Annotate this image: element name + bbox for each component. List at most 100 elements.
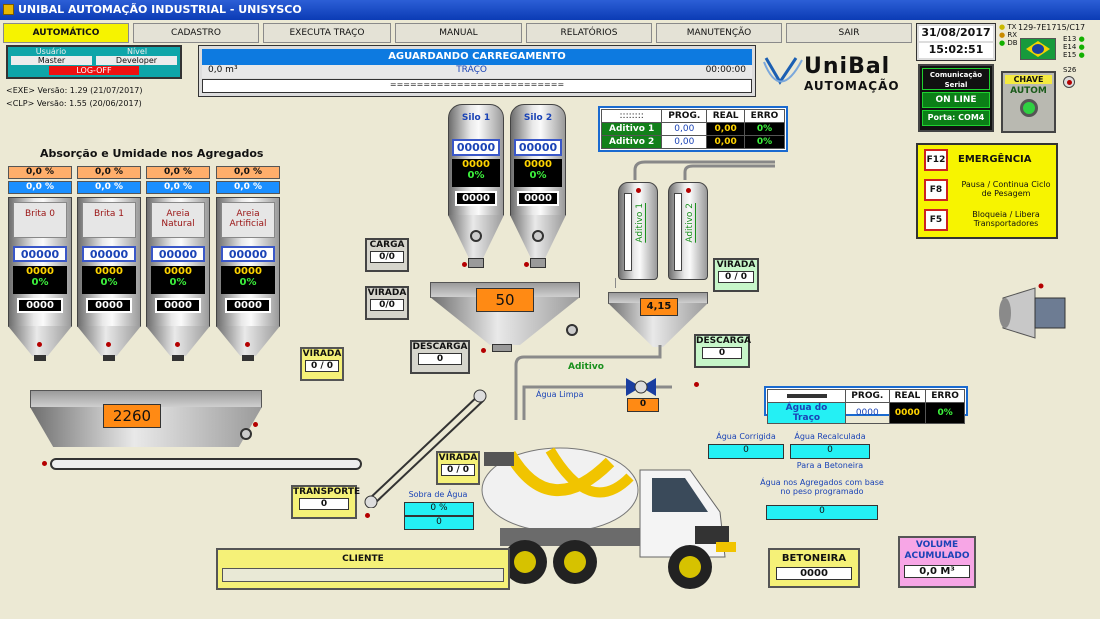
aditivos-table: :::::::: PROG. REAL ERRO Aditivo 1 0,00 … [598, 106, 788, 152]
user-name: Master [11, 56, 92, 65]
agua-header-prog: PROG. [845, 389, 890, 403]
agregado-name: Areia Artificial [221, 202, 275, 238]
agregado-pct: 0% [31, 277, 49, 288]
menu-executa-traco[interactable]: EXECUTA TRAÇO [263, 23, 391, 43]
aditivo-flow-label: Aditivo [568, 362, 604, 372]
siren-icon [999, 283, 1066, 339]
agregado-setpoint: 00000 [82, 246, 136, 262]
agregado-hopper [216, 326, 280, 356]
belt-conveyor [50, 458, 362, 470]
clp-version: <CLP> Versão: 1.55 (20/06/2017) [6, 99, 142, 108]
silo-sensor-dot [462, 262, 467, 267]
comm-state: ON LINE [922, 92, 990, 108]
agregado-outlet [34, 355, 46, 361]
agua-traco-label: Água do Traço [767, 402, 846, 424]
descarga-cimento-label: DESCARGA [412, 342, 468, 352]
virada-aditivo-label: VIRADA [716, 260, 756, 270]
aditivo2-name: Aditivo 2 [600, 135, 663, 149]
menu-automatico[interactable]: AUTOMÁTICO [3, 23, 129, 43]
sobra-agua-label: Sobra de Água [408, 490, 468, 499]
silo-name: Silo 2 [523, 113, 553, 123]
virada-transporte-panel: VIRADA 0 / 0 [436, 451, 480, 485]
virada-cimento-panel: VIRADA 0/0 [365, 286, 409, 320]
key-f8-label: Pausa / Continua Ciclo de Pesagem [961, 180, 1051, 198]
agua-real: 0000 [888, 402, 927, 424]
aditivos-header-erro: ERRO [744, 109, 785, 123]
cimento-valve-icon [566, 324, 578, 336]
agregado-outlet [242, 355, 254, 361]
agregado-weight: 0000 [26, 266, 54, 277]
agregado-umidade: 0,0 % [216, 181, 280, 194]
silo-outlet [468, 258, 484, 268]
aditivo2-real: 0,00 [706, 135, 746, 149]
virada-transporte-label: VIRADA [438, 453, 478, 463]
aditivo2-sensor-dot [686, 188, 691, 193]
cliente-value [222, 568, 504, 582]
descarga-cimento-value: 0 [418, 353, 462, 365]
silo-setpoint: 00000 [452, 139, 500, 156]
agregado-silo: Brita 0 00000 0000 0% 0000 [8, 197, 72, 327]
virada-aditivo-value: 0 / 0 [718, 271, 754, 283]
mixer-truck-image [481, 447, 736, 589]
agregado-hopper [146, 326, 210, 356]
chave-switch-icon[interactable] [1019, 99, 1038, 117]
cimento-outlet [492, 344, 512, 352]
agua-agregados-value: 0 [766, 505, 878, 520]
virada-agregados-value: 0 / 0 [305, 360, 339, 372]
agua-prog: 0000 [845, 402, 890, 424]
aditivo2-prog: 0,00 [661, 135, 708, 149]
aditivo2-tank: Aditivo 2 [668, 182, 708, 280]
aditivo1-level [624, 193, 632, 271]
status-progress: ========================== [202, 79, 752, 93]
agua-table: PROG. REAL ERRO Água do Traço 0000 0000 … [764, 386, 968, 424]
agregado-weight: 0000 [164, 266, 192, 277]
aditivo1-sensor-dot [636, 188, 641, 193]
window-title: UNIBAL AUTOMAÇÃO INDUSTRIAL - UNISYSCO [18, 3, 302, 16]
carga-label: CARGA [369, 240, 405, 250]
agregados-sensor-dot [253, 422, 258, 427]
silo: Silo 2 00000 0000 0% 0000 [510, 104, 566, 216]
silo-sensor-dot [524, 262, 529, 267]
silo: Silo 1 00000 0000 0% 0000 [448, 104, 504, 216]
volume-acumulado-value: 0,0 M³ [904, 565, 970, 578]
agregado-umidade: 0,0 % [77, 181, 141, 194]
key-f5-button[interactable]: F5 [924, 209, 948, 231]
brand-name: UniBal [804, 54, 891, 79]
agregado-real: 0000 [17, 298, 63, 313]
menu-manutencao[interactable]: MANUTENÇÃO [656, 23, 782, 43]
descarga-aditivo-label: DESCARGA [696, 336, 751, 346]
agua-header-icon [767, 389, 846, 403]
s26-indicator-icon [1063, 76, 1075, 88]
aditivo1-tank-label: Aditivo 1 [635, 203, 645, 243]
aditivo1-prog: 0,00 [661, 122, 708, 136]
sobra-agua-value: 0 [404, 516, 474, 530]
usuario-label: Usuário [35, 47, 67, 56]
menu-sair[interactable]: SAIR [786, 23, 912, 43]
silo-valve-icon [470, 230, 482, 242]
menu-manual[interactable]: MANUAL [395, 23, 522, 43]
unibal-logo: UniBal AUTOMAÇÃO [762, 52, 912, 96]
device-code: 129-7E1715/C17 [1018, 23, 1086, 32]
betoneira-label: BETONEIRA [781, 553, 847, 564]
key-f8-button[interactable]: F8 [924, 179, 948, 201]
agregado-sensor-dot [37, 342, 42, 347]
water-sensor-dot [694, 382, 699, 387]
silo-real: 0000 [517, 191, 559, 206]
emergency-panel: F12 EMERGÊNCIA F8 Pausa / Continua Ciclo… [916, 143, 1058, 239]
volume-acumulado-panel: VOLUME ACUMULADO 0,0 M³ [898, 536, 976, 588]
water-valve-icon[interactable] [624, 376, 658, 398]
descarga-aditivo-value: 0 [702, 347, 742, 359]
aditivo2-erro: 0% [744, 135, 785, 149]
key-f12-button[interactable]: F12 [924, 149, 948, 171]
status-trace: TRAÇO [456, 65, 487, 75]
descarga-aditivo-panel: DESCARGA 0 [694, 334, 751, 368]
menu-relatorios[interactable]: RELATÓRIOS [526, 23, 652, 43]
agregados-weight: 2260 [103, 404, 161, 428]
logoff-button[interactable]: LOG-OFF [49, 66, 139, 75]
menu-cadastro[interactable]: CADASTRO [133, 23, 259, 43]
aditivo1-real: 0,00 [706, 122, 746, 136]
agua-header-erro: ERRO [925, 389, 965, 403]
agregado-umidade: 0,0 % [8, 181, 72, 194]
agregado-pct: 0% [100, 277, 118, 288]
app-icon [3, 4, 14, 15]
